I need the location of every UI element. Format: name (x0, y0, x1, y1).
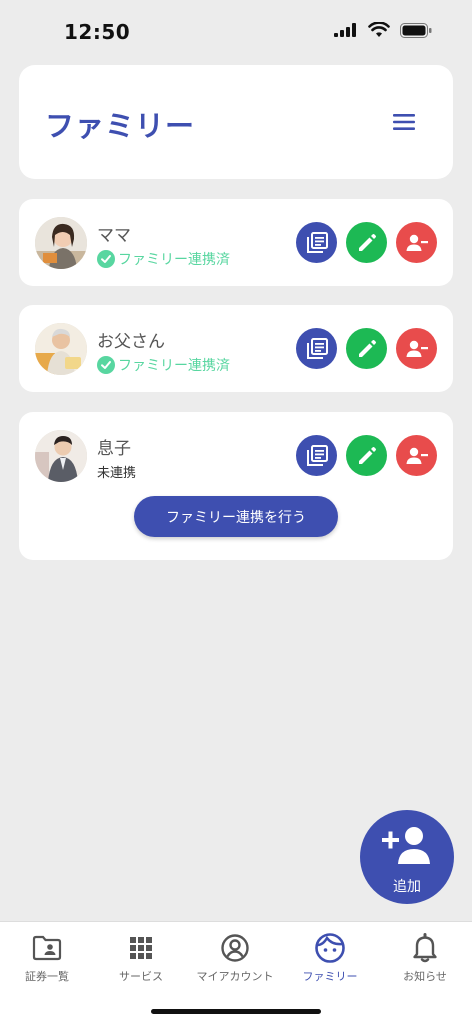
header-card: ファミリー (19, 65, 453, 179)
nav-item-securities[interactable]: 証券一覧 (0, 932, 94, 984)
member-name: お父さん (97, 332, 165, 352)
library-books-icon (306, 231, 328, 253)
member-actions (296, 435, 437, 476)
nav-label: お知らせ (403, 970, 447, 983)
avatar (35, 430, 87, 482)
person-remove-icon (406, 340, 428, 357)
add-member-fab[interactable]: 追加 (360, 810, 454, 904)
pencil-icon (358, 339, 376, 357)
person-add-icon (382, 827, 430, 864)
hamburger-icon (393, 114, 415, 130)
status-bar: 12:50 (0, 0, 472, 60)
check-circle-icon (97, 250, 115, 268)
wifi-icon (368, 22, 390, 37)
member-status-label: ファミリー連携済 (118, 358, 230, 374)
status-icons (334, 22, 432, 38)
bell-icon (413, 933, 437, 963)
menu-button[interactable] (391, 109, 417, 135)
account-circle-icon (221, 934, 249, 962)
member-card: お父さん ファミリー連携済 (19, 305, 453, 392)
member-status: ファミリー連携済 (97, 249, 230, 269)
nav-label: マイアカウント (196, 970, 274, 983)
grid-icon (130, 937, 152, 959)
battery-icon (400, 22, 432, 38)
member-card: 息子 未連携 ファミリー連携を行う (19, 412, 453, 560)
edit-button[interactable] (346, 222, 387, 263)
member-name: ママ (97, 226, 131, 246)
edit-button[interactable] (346, 435, 387, 476)
avatar (35, 217, 87, 269)
page-title: ファミリー (45, 109, 196, 143)
member-name: 息子 (97, 439, 131, 459)
person-remove-icon (406, 447, 428, 464)
pencil-icon (358, 446, 376, 464)
nav-item-family[interactable]: ファミリー (283, 932, 377, 984)
edit-button[interactable] (346, 328, 387, 369)
remove-member-button[interactable] (396, 328, 437, 369)
member-actions (296, 222, 437, 263)
home-indicator (151, 1009, 321, 1014)
library-books-icon (306, 444, 328, 466)
nav-item-my-account[interactable]: マイアカウント (188, 932, 282, 984)
fab-label: 追加 (393, 879, 421, 895)
check-circle-icon (97, 356, 115, 374)
signal-icon (334, 23, 356, 37)
documents-button[interactable] (296, 222, 337, 263)
person-remove-icon (406, 234, 428, 251)
documents-button[interactable] (296, 435, 337, 476)
pencil-icon (358, 233, 376, 251)
documents-button[interactable] (296, 328, 337, 369)
family-link-button[interactable]: ファミリー連携を行う (134, 496, 338, 537)
nav-item-notifications[interactable]: お知らせ (378, 932, 472, 984)
member-actions (296, 328, 437, 369)
folder-person-icon (32, 935, 62, 961)
member-card: ママ ファミリー連携済 (19, 199, 453, 286)
remove-member-button[interactable] (396, 435, 437, 476)
nav-item-services[interactable]: サービス (94, 932, 188, 984)
nav-label: 証券一覧 (25, 970, 69, 983)
member-status: 未連携 (97, 466, 137, 481)
nav-label: サービス (119, 970, 163, 983)
face-icon (315, 933, 345, 963)
library-books-icon (306, 337, 328, 359)
nav-label: ファミリー (302, 970, 358, 983)
remove-member-button[interactable] (396, 222, 437, 263)
avatar (35, 323, 87, 375)
status-time: 12:50 (64, 20, 131, 44)
member-status-label: ファミリー連携済 (118, 252, 230, 268)
member-status: ファミリー連携済 (97, 355, 230, 375)
